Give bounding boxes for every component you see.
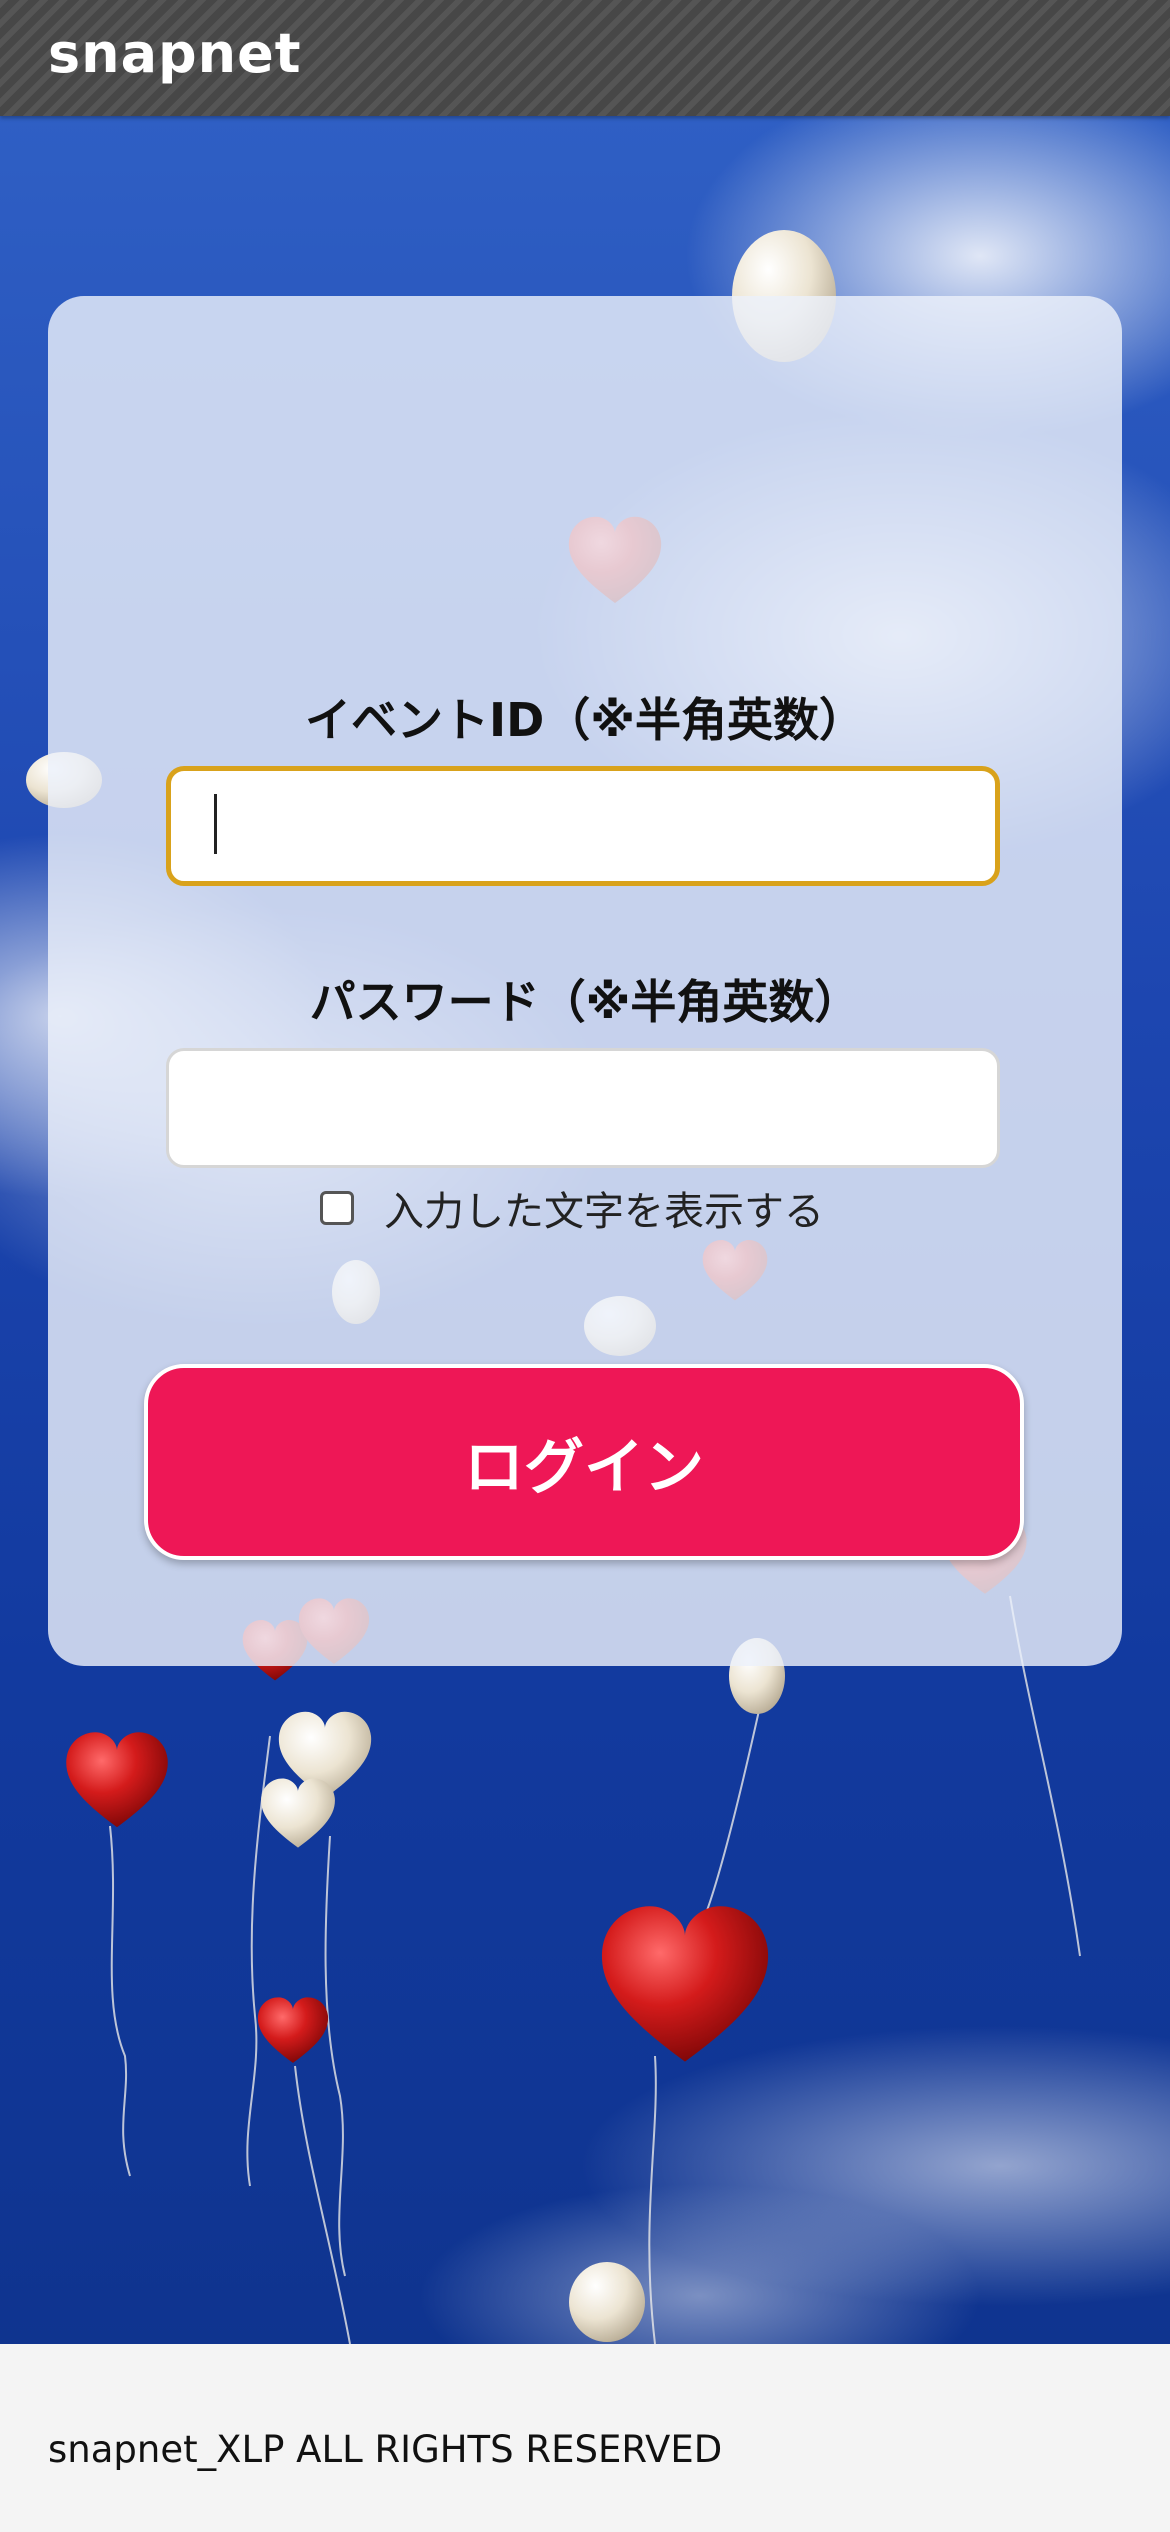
- login-button[interactable]: ログイン: [144, 1364, 1024, 1560]
- brand-logo[interactable]: snapnet: [48, 22, 302, 85]
- login-page: snapnet イベントID（※半角英数） パスワード（※半角英数） 入力した文…: [0, 0, 1170, 2532]
- show-characters-label[interactable]: 入力した文字を表示する: [384, 1179, 824, 1237]
- password-label: パスワード（※半角英数）: [309, 975, 861, 1029]
- show-characters-row[interactable]: 入力した文字を表示する: [320, 1180, 824, 1236]
- app-header: snapnet: [0, 0, 1170, 116]
- copyright-text: snapnet_XLP ALL RIGHTS RESERVED: [48, 2428, 723, 2471]
- login-card: イベントID（※半角英数） パスワード（※半角英数） 入力した文字を表示する ロ…: [48, 296, 1122, 1666]
- show-characters-checkbox[interactable]: [320, 1191, 354, 1225]
- page-footer: snapnet_XLP ALL RIGHTS RESERVED: [0, 2344, 1170, 2532]
- text-cursor: [214, 794, 217, 854]
- password-input[interactable]: [166, 1048, 1000, 1168]
- event-id-label: イベントID（※半角英数）: [304, 693, 866, 747]
- event-id-input[interactable]: [166, 766, 1000, 886]
